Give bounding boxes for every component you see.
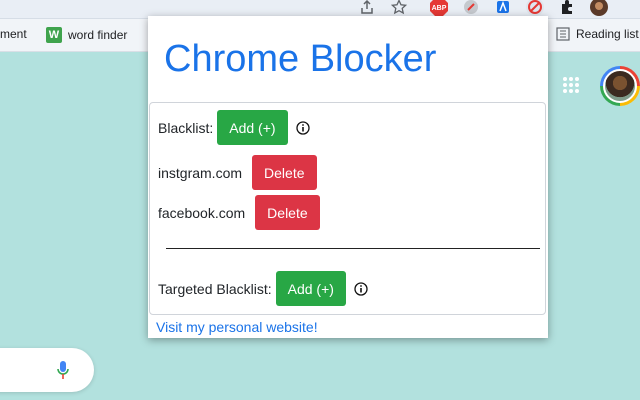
blacklist-item: facebook.com Delete xyxy=(158,195,320,230)
bookmark-label: ment xyxy=(0,27,27,41)
google-apps-icon[interactable] xyxy=(562,76,580,99)
extension-popup: Chrome Blocker Blacklist: Add (+) instgr… xyxy=(148,16,548,338)
section-divider xyxy=(166,248,540,249)
personal-website-link[interactable]: Visit my personal website! xyxy=(156,319,318,335)
blacklist-label: Blacklist: xyxy=(158,119,214,136)
delete-button[interactable]: Delete xyxy=(255,195,320,230)
blacklist-domain: instgram.com xyxy=(158,164,243,181)
reading-list-icon xyxy=(556,27,570,41)
bookmark-word-finder[interactable]: W word finder xyxy=(46,27,127,43)
blacklist-header: Blacklist: Add (+) xyxy=(158,110,310,145)
abp-badge: ABP xyxy=(432,5,447,12)
account-avatar[interactable] xyxy=(600,66,640,106)
bookmark-label: word finder xyxy=(68,28,128,42)
reading-list-label: Reading list xyxy=(576,27,639,41)
blacklist-card: Blacklist: Add (+) instgram.com Delete f… xyxy=(149,102,546,315)
reading-list-button[interactable]: Reading list xyxy=(556,27,639,41)
blacklist-add-button[interactable]: Add (+) xyxy=(217,110,288,145)
search-box[interactable] xyxy=(0,348,94,392)
blacklist-item: instgram.com Delete xyxy=(158,155,317,190)
delete-button[interactable]: Delete xyxy=(252,155,317,190)
extensions-puzzle-icon[interactable] xyxy=(556,0,578,18)
bookmark-item[interactable]: ment xyxy=(0,27,27,41)
voice-search-icon[interactable] xyxy=(56,360,70,385)
targeted-blacklist-header: Targeted Blacklist: Add (+) xyxy=(158,271,368,306)
info-icon[interactable] xyxy=(295,120,310,135)
targeted-blacklist-label: Targeted Blacklist: xyxy=(158,280,272,297)
info-icon[interactable] xyxy=(354,281,368,296)
targeted-blacklist-add-button[interactable]: Add (+) xyxy=(275,271,346,306)
blacklist-domain: facebook.com xyxy=(158,204,246,221)
word-finder-icon: W xyxy=(46,27,62,43)
profile-avatar-small[interactable] xyxy=(588,0,610,18)
popup-title: Chrome Blocker xyxy=(164,38,437,80)
